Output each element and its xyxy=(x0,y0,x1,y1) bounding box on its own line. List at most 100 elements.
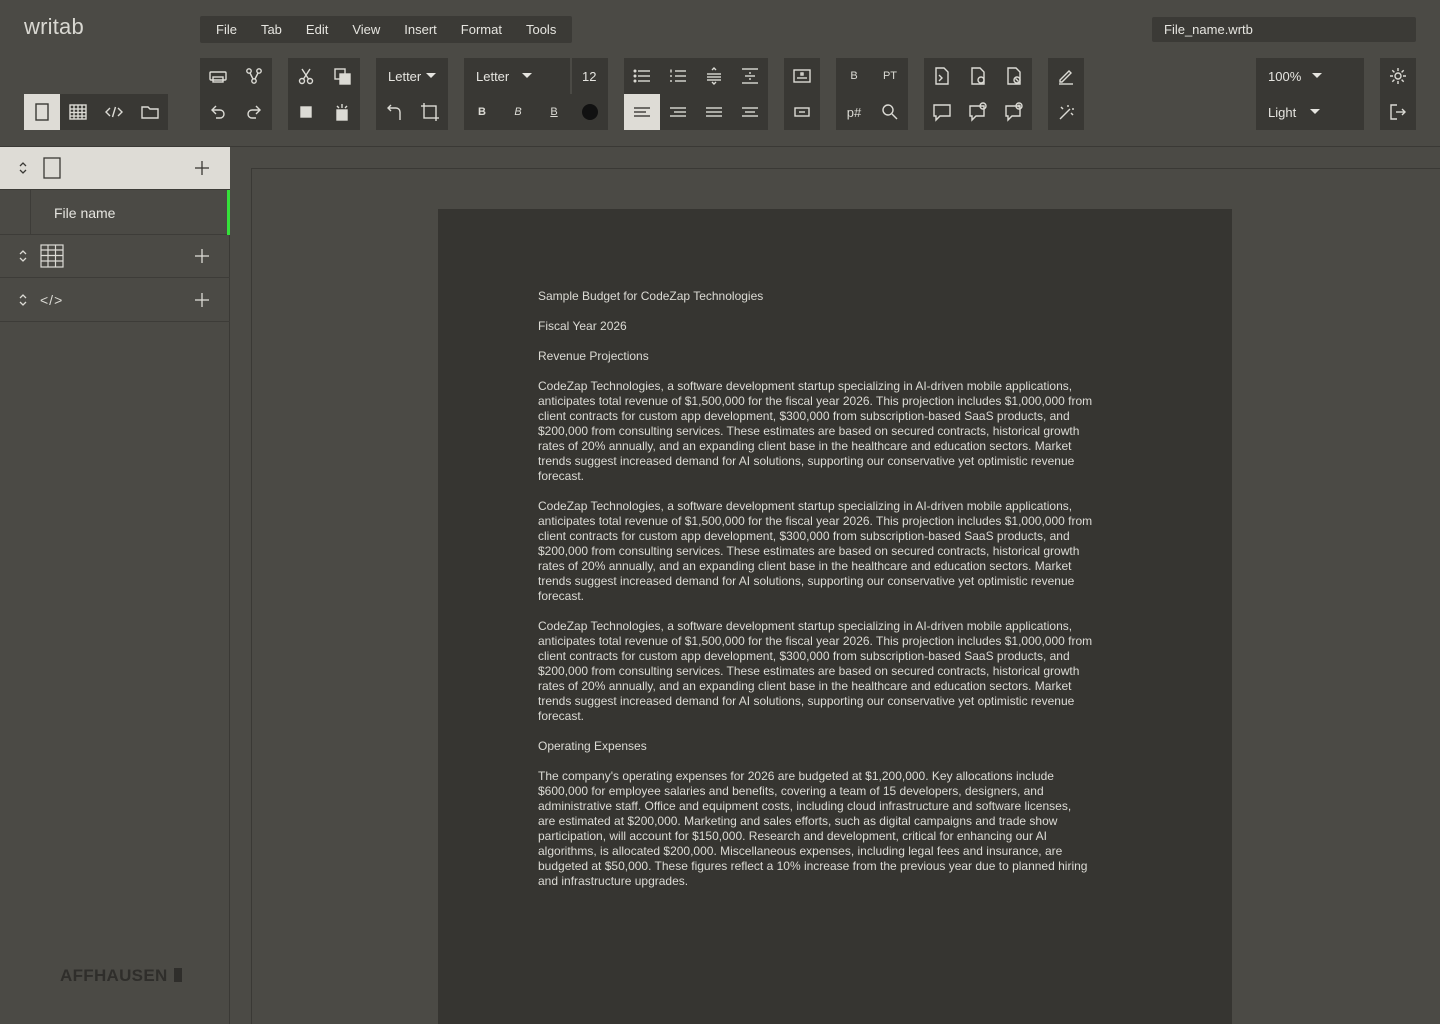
doc-paragraph: CodeZap Technologies, a software develop… xyxy=(538,499,1093,603)
pt-button[interactable]: PT xyxy=(872,58,908,94)
menu-tools[interactable]: Tools xyxy=(526,22,556,37)
document-body[interactable]: Sample Budget for CodeZap Technologies F… xyxy=(538,289,1138,904)
menu-format[interactable]: Format xyxy=(461,22,502,37)
chevron-down-icon xyxy=(1312,73,1322,78)
gear-icon xyxy=(1390,68,1406,84)
filename-field[interactable] xyxy=(1152,17,1416,42)
doc-title: Sample Budget for CodeZap Technologies xyxy=(538,289,764,303)
crop-frame-icon xyxy=(421,103,439,121)
comment-button[interactable] xyxy=(924,94,960,130)
font-size-field[interactable]: 12 xyxy=(572,58,608,94)
search-button[interactable] xyxy=(872,94,908,130)
view-tab-table[interactable] xyxy=(60,94,96,130)
menu-edit[interactable]: Edit xyxy=(306,22,328,37)
view-tab-page[interactable] xyxy=(24,94,60,130)
align-right-button[interactable] xyxy=(660,94,696,130)
active-file-marker xyxy=(227,190,230,235)
expand-collapse-icon[interactable] xyxy=(17,293,29,307)
menu-file[interactable]: File xyxy=(216,22,237,37)
menu-view[interactable]: View xyxy=(352,22,380,37)
doc-reject-button[interactable] xyxy=(996,58,1032,94)
doc-paragraph: CodeZap Technologies, a software develop… xyxy=(538,619,1093,723)
underline-label: B xyxy=(550,106,558,118)
print-button[interactable] xyxy=(200,58,236,94)
italic-button[interactable]: B xyxy=(500,94,536,130)
menu-insert[interactable]: Insert xyxy=(404,22,437,37)
sidebar-file-item[interactable]: File name xyxy=(0,190,230,235)
menu-tab[interactable]: Tab xyxy=(261,22,282,37)
view-tab-code[interactable] xyxy=(96,94,132,130)
magic-button[interactable] xyxy=(1048,94,1084,130)
share-button[interactable] xyxy=(236,58,272,94)
brand-mark xyxy=(173,968,182,982)
cut-button[interactable] xyxy=(288,58,324,94)
numbered-list-icon xyxy=(670,69,686,82)
delete-comment-button[interactable] xyxy=(960,94,996,130)
page-icon xyxy=(43,157,61,179)
underline-button[interactable]: B xyxy=(536,94,572,130)
crop-button[interactable] xyxy=(412,94,448,130)
expand-collapse-icon[interactable] xyxy=(17,249,29,263)
doc-share-button[interactable] xyxy=(924,58,960,94)
settings-button[interactable] xyxy=(1380,58,1416,94)
stop-button[interactable] xyxy=(288,94,324,130)
doc-heading: Operating Expenses xyxy=(538,739,647,753)
align-left-button[interactable] xyxy=(624,94,660,130)
table-icon xyxy=(40,244,64,268)
page-size-value: Letter xyxy=(388,68,422,84)
bullet-list-button[interactable] xyxy=(624,58,660,94)
document-share-icon xyxy=(935,67,949,85)
logout-button[interactable] xyxy=(1380,94,1416,130)
document-page[interactable]: Sample Budget for CodeZap Technologies F… xyxy=(438,209,1232,1024)
text-color-button[interactable] xyxy=(572,94,608,130)
plus-icon[interactable] xyxy=(192,246,212,266)
bold-button[interactable]: B xyxy=(464,94,500,130)
share-nodes-icon xyxy=(246,68,262,84)
edit-button[interactable] xyxy=(1048,58,1084,94)
align-left-icon xyxy=(634,107,650,117)
line-spacing-button[interactable] xyxy=(696,58,732,94)
printer-icon xyxy=(209,71,227,83)
font-dropdown[interactable]: Letter xyxy=(464,58,570,94)
numbered-list-button[interactable] xyxy=(660,58,696,94)
redo-button[interactable] xyxy=(236,94,272,130)
page-number-button[interactable]: p# xyxy=(836,94,872,130)
doc-paragraph: CodeZap Technologies, a software develop… xyxy=(538,379,1093,483)
copy-button[interactable] xyxy=(324,58,360,94)
square-stop-icon xyxy=(300,106,312,118)
sidebar-section-pages[interactable] xyxy=(0,147,230,190)
undo-button[interactable] xyxy=(200,94,236,130)
add-comment-button[interactable] xyxy=(996,94,1032,130)
bold-label: B xyxy=(478,106,486,118)
align-justify-button[interactable] xyxy=(696,94,732,130)
sidebar-section-code[interactable]: </> xyxy=(0,279,230,322)
zoom-dropdown[interactable]: 100% xyxy=(1256,58,1364,94)
pencil-icon xyxy=(1059,70,1073,85)
pt-label: PT xyxy=(882,70,898,82)
paste-button[interactable] xyxy=(324,94,360,130)
expand-collapse-icon[interactable] xyxy=(17,161,29,175)
insert-image-button[interactable] xyxy=(784,58,820,94)
theme-dropdown[interactable]: Light xyxy=(1256,94,1364,130)
app-logo: writab xyxy=(24,14,84,39)
brand-text: AFFHAUSEN xyxy=(60,966,168,985)
plus-icon[interactable] xyxy=(192,290,212,310)
chevron-down-icon xyxy=(426,73,436,78)
folder-icon xyxy=(141,106,159,119)
page-icon xyxy=(35,103,49,121)
paragraph-spacing-button[interactable] xyxy=(732,58,768,94)
sidebar-section-tables[interactable] xyxy=(0,235,230,278)
plus-icon[interactable] xyxy=(192,158,212,178)
rotate-button[interactable] xyxy=(376,94,412,130)
comment-add-icon xyxy=(1005,102,1023,122)
copy-icon xyxy=(334,68,351,85)
view-tab-folder[interactable] xyxy=(132,94,168,130)
text-field-icon xyxy=(794,107,810,117)
insert-field-button[interactable] xyxy=(784,94,820,130)
paste-icon xyxy=(336,104,348,121)
line-spacing-icon xyxy=(707,67,721,85)
doc-approve-button[interactable] xyxy=(960,58,996,94)
align-center-button[interactable] xyxy=(732,94,768,130)
page-size-dropdown[interactable]: Letter xyxy=(376,58,448,94)
superscript-button[interactable]: B xyxy=(836,58,872,94)
